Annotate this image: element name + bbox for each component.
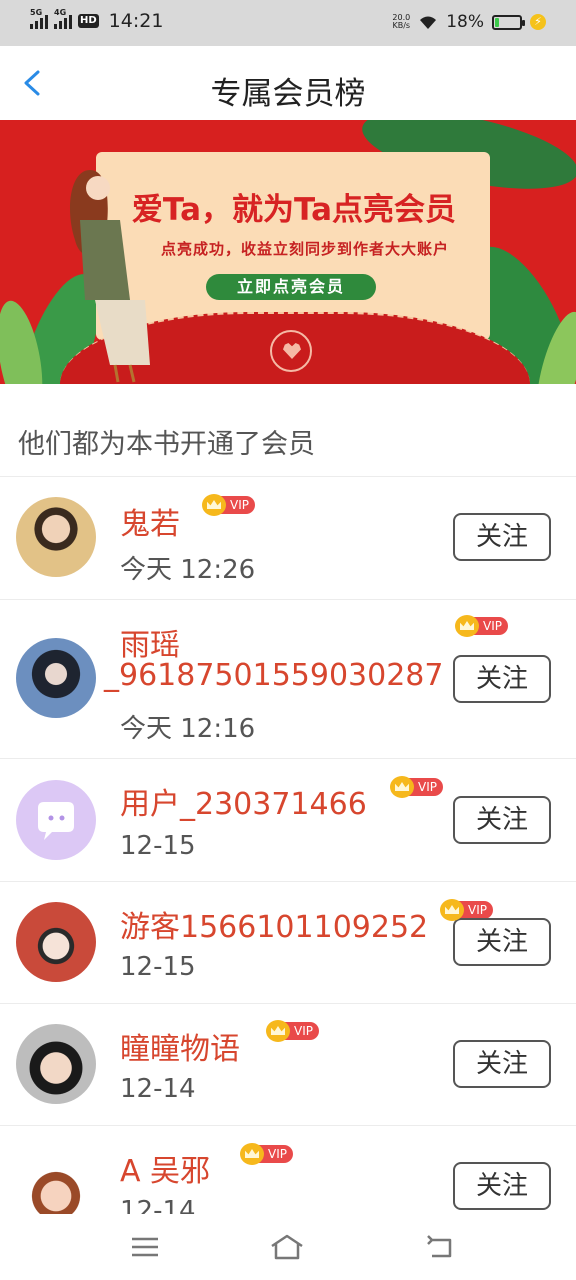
menu-icon[interactable] — [128, 1232, 162, 1262]
system-nav-bar — [0, 1214, 576, 1280]
hd-icon: HD — [78, 14, 99, 28]
follow-button[interactable]: 关注 — [453, 1162, 551, 1210]
member-name-line2[interactable]: _96187501559030287 — [104, 658, 443, 693]
member-date: 今天 12:26 — [120, 555, 256, 585]
member-row[interactable]: A 吴邪 VIP 12-14 关注 — [0, 1126, 576, 1214]
crown-icon — [240, 1143, 264, 1165]
member-row[interactable]: 瞳瞳物语 VIP 12-14 关注 — [0, 1004, 576, 1125]
member-name[interactable]: 游客1566101109252 — [120, 902, 428, 946]
crown-icon — [266, 1020, 290, 1042]
network-speed-unit: KB/s — [392, 21, 411, 30]
vip-badge: VIP — [440, 899, 493, 921]
vip-badge: VIP — [455, 615, 508, 637]
app-header: 专属会员榜 — [0, 46, 576, 120]
battery-percent: 18% — [446, 12, 484, 32]
signal-4g-icon: 4G — [54, 8, 72, 29]
crown-icon — [440, 899, 464, 921]
promo-banner[interactable]: 爱Ta，就为Ta点亮会员 点亮成功，收益立刻同步到作者大大账户 立即点亮会员 — [0, 120, 576, 384]
member-date: 今天 12:16 — [120, 714, 256, 744]
vip-badge: VIP — [390, 776, 443, 798]
avatar-cartoon-girl[interactable] — [16, 1148, 96, 1214]
avatar-anime-boy[interactable] — [16, 638, 96, 718]
battery-icon — [492, 14, 525, 30]
follow-button[interactable]: 关注 — [453, 513, 551, 561]
heart-seal-icon — [270, 330, 312, 372]
vip-badge: VIP — [202, 494, 255, 516]
follow-button[interactable]: 关注 — [453, 796, 551, 844]
member-name[interactable]: 用户_230371466 — [120, 779, 367, 823]
member-row[interactable]: 用户_230371466 VIP 12-15 关注 — [0, 759, 576, 881]
member-name[interactable]: 鬼若 — [120, 499, 180, 543]
signal-5g-label: 5G — [30, 8, 43, 17]
signal-5g-icon: 5G — [30, 8, 48, 29]
member-date: 12-14 — [120, 1196, 196, 1214]
back-icon[interactable] — [424, 1232, 458, 1262]
home-icon[interactable] — [270, 1232, 304, 1262]
member-row[interactable]: 游客1566101109252 VIP 12-15 关注 — [0, 882, 576, 1003]
signal-4g-label: 4G — [54, 8, 67, 17]
member-date: 12-14 — [120, 1074, 196, 1104]
member-row[interactable]: 雨瑶 _96187501559030287 VIP 今天 12:16 关注 — [0, 600, 576, 758]
network-speed: 20.0 KB/s — [392, 14, 410, 30]
page-title: 专属会员榜 — [210, 76, 366, 112]
avatar-man-photo[interactable] — [16, 497, 96, 577]
follow-button[interactable]: 关注 — [453, 1040, 551, 1088]
banner-subline: 点亮成功，收益立刻同步到作者大大账户 — [160, 240, 449, 258]
status-bar: 5G 4G HD 14:21 20.0 KB/s 18% ⚡ — [0, 0, 576, 46]
status-left: 5G 4G HD 14:21 — [30, 8, 164, 32]
member-name[interactable]: A 吴邪 — [120, 1146, 210, 1190]
clock: 14:21 — [108, 10, 164, 32]
member-date: 12-15 — [120, 952, 196, 982]
crown-icon — [202, 494, 226, 516]
avatar-default-chat[interactable] — [16, 780, 96, 860]
battery-fill — [495, 17, 500, 27]
follow-button[interactable]: 关注 — [453, 655, 551, 703]
crown-icon — [455, 615, 479, 637]
avatar-anime-glasses[interactable] — [16, 902, 96, 982]
chat-bubble-icon — [38, 802, 74, 840]
section-title: 他们都为本书开通了会员 — [18, 429, 315, 460]
member-date: 12-15 — [120, 831, 196, 861]
vip-badge: VIP — [240, 1143, 293, 1165]
vip-badge: VIP — [266, 1020, 319, 1042]
light-up-vip-button[interactable]: 立即点亮会员 — [206, 274, 376, 300]
avatar-child-photo[interactable] — [16, 1024, 96, 1104]
follow-button[interactable]: 关注 — [453, 918, 551, 966]
wifi-icon — [420, 16, 437, 29]
crown-icon — [390, 776, 414, 798]
member-row[interactable]: 鬼若 VIP 今天 12:26 关注 — [0, 477, 576, 599]
charging-icon: ⚡ — [530, 14, 546, 30]
banner-headline: 爱Ta，就为Ta点亮会员 — [131, 192, 457, 228]
status-right: 20.0 KB/s 18% ⚡ — [392, 12, 546, 32]
member-name[interactable]: 瞳瞳物语 — [120, 1024, 240, 1068]
